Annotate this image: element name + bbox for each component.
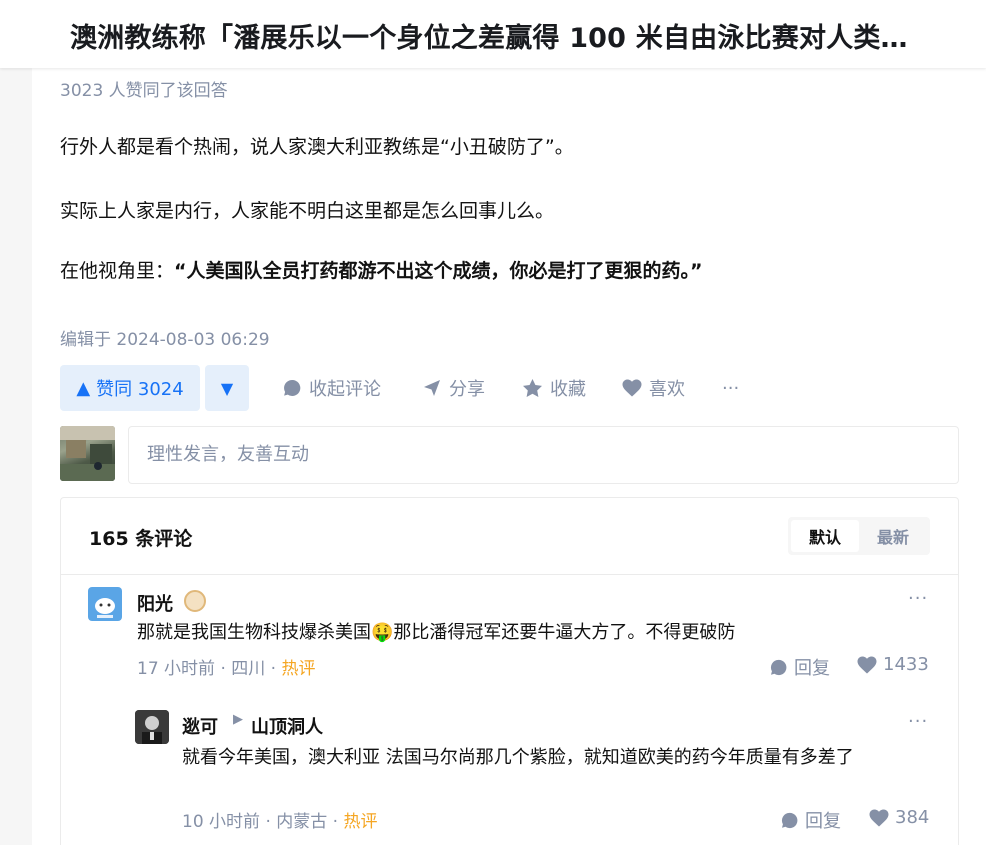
favorite-button[interactable]: 收藏 [522, 365, 586, 411]
share-button[interactable]: 分享 [422, 365, 485, 411]
heart-icon [869, 809, 889, 826]
comment-icon [284, 379, 301, 396]
reply-reply-button[interactable]: 回复 [780, 807, 841, 833]
like-count: 384 [895, 807, 930, 828]
answer-paragraph: 行外人都是看个热闹，说人家澳大利亚教练是“小丑破防了”。 [60, 136, 574, 158]
comment-like-button[interactable]: 1433 [857, 654, 929, 675]
avatar-image-icon [60, 426, 115, 481]
member-badge-icon [184, 590, 206, 612]
reply-label: 回复 [794, 658, 830, 679]
collapse-comments-label: 收起评论 [309, 379, 381, 400]
current-user-avatar[interactable] [60, 426, 115, 481]
like-button[interactable]: 喜欢 [622, 365, 685, 411]
comment-more-icon[interactable]: ··· [908, 588, 928, 609]
comments-count: 165 条评论 [89, 528, 193, 550]
heart-icon [622, 379, 642, 397]
share-label: 分享 [449, 379, 485, 400]
comment-meta: 17 小时前 · 四川 · 热评 [137, 654, 315, 679]
comment-input[interactable]: 理性发言，友善互动 [128, 426, 959, 484]
answer-actions: ▲ 赞同 3024 ▼ 收起评论 分享 收藏 喜欢 ··· [60, 365, 960, 411]
reply-to-author[interactable]: 山顶洞人 [251, 713, 323, 739]
reply-label: 回复 [805, 811, 841, 832]
reply-time: 10 小时前 [182, 812, 261, 832]
downvote-triangle-icon: ▼ [220, 378, 234, 398]
meta-separator: · [265, 812, 277, 832]
more-dots-icon: ··· [722, 377, 740, 399]
edit-timestamp[interactable]: 编辑于 2024-08-03 06:29 [60, 325, 270, 350]
star-icon [523, 379, 542, 397]
reply-avatar[interactable] [135, 710, 169, 744]
share-icon [424, 380, 440, 396]
comment-more-icon[interactable]: ··· [908, 711, 928, 732]
avatar-person-icon [135, 710, 169, 744]
comment-icon [781, 812, 798, 828]
answer-card: 3023 人赞同了该回答 行外人都是看个热闹，说人家澳大利亚教练是“小丑破防了”… [32, 68, 986, 845]
voters-count[interactable]: 3023 人赞同了该回答 [60, 76, 228, 101]
comments-header: 165 条评论 默认 最新 [61, 498, 958, 575]
answer-paragraph: 实际上人家是内行，人家能不明白这里都是怎么回事儿么。 [60, 200, 555, 222]
comment-author[interactable]: 阳光 [137, 590, 173, 616]
answer-paragraph: 在他视角里：“人美国队全员打药都游不出这个成绩，你必是打了更狠的药。” [60, 256, 703, 283]
like-count: 1433 [883, 654, 929, 675]
like-label: 喜欢 [649, 379, 685, 400]
question-header: 澳洲教练称「潘展乐以一个身位之差赢得 100 米自由泳比赛对人类… [0, 0, 986, 68]
reply-text: 就看今年美国，澳大利亚 法国马尔尚那几个紫脸，就知道欧美的药今年质量有多差了 [182, 747, 854, 768]
comments-sort-toggle: 默认 最新 [788, 517, 930, 555]
comment-text: 那就是我国生物科技爆杀美国🤑那比潘得冠军还要牛逼大方了。不得更破防 [137, 622, 736, 643]
reply-location: 内蒙古 [276, 812, 328, 832]
comment-reply-button[interactable]: 回复 [769, 654, 830, 680]
question-title[interactable]: 澳洲教练称「潘展乐以一个身位之差赢得 100 米自由泳比赛对人类… [70, 16, 986, 55]
upvote-label: 赞同 3024 [96, 379, 184, 400]
meta-separator: · [220, 659, 232, 679]
downvote-button[interactable]: ▼ [205, 365, 249, 411]
sort-latest-button[interactable]: 最新 [859, 520, 927, 552]
answer-bold-quote: “人美国队全员打药都游不出这个成绩，你必是打了更狠的药。” [174, 260, 703, 282]
answer-paragraph-prefix: 在他视角里： [60, 260, 175, 282]
comments-panel: 165 条评论 默认 最新 阳光 ··· 那就是我国生物科技爆杀美国🤑那比潘得冠… [60, 497, 959, 845]
reply-arrow-icon: ▶ [233, 712, 243, 727]
comment-location: 四川 [231, 659, 266, 679]
meta-separator: · [270, 659, 282, 679]
hot-comment-tag: 热评 [343, 812, 378, 832]
heart-icon [857, 656, 877, 673]
reply-meta: 10 小时前 · 内蒙古 · 热评 [182, 807, 377, 832]
hot-comment-tag: 热评 [281, 659, 316, 679]
more-button[interactable]: ··· [722, 365, 739, 411]
collapse-comments-button[interactable]: 收起评论 [282, 365, 381, 411]
favorite-label: 收藏 [550, 379, 586, 400]
upvote-button[interactable]: ▲ 赞同 3024 [60, 365, 200, 411]
comment-icon [770, 659, 787, 675]
reply-author[interactable]: 逖可 [182, 713, 218, 739]
avatar-cartoon-icon [95, 598, 115, 618]
sort-default-button[interactable]: 默认 [791, 520, 859, 552]
upvote-triangle-icon: ▲ [76, 377, 91, 399]
comment-time: 17 小时前 [137, 659, 216, 679]
meta-separator: · [332, 812, 344, 832]
reply-like-button[interactable]: 384 [869, 807, 929, 828]
comment-avatar[interactable] [88, 587, 122, 621]
